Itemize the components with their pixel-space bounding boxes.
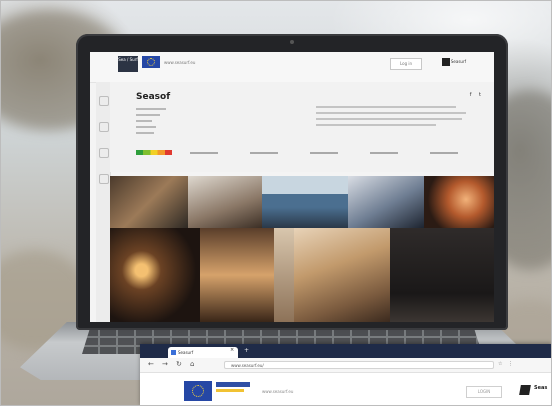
page-title: Seasof	[136, 92, 171, 102]
close-tab-icon[interactable]: ×	[230, 347, 234, 353]
description-line	[316, 124, 436, 126]
side-toolbar	[96, 82, 111, 322]
gallery-photo[interactable]	[110, 228, 200, 322]
meta-text-line	[136, 126, 156, 128]
reload-icon[interactable]: ↻	[176, 360, 182, 368]
eu-logo-wordmark	[216, 389, 244, 392]
home-icon[interactable]: ⌂	[190, 360, 194, 368]
meta-text-line	[136, 114, 160, 116]
photo-gallery	[110, 176, 494, 322]
user-label[interactable]: Seasurf	[451, 59, 466, 64]
brand-logo-text[interactable]: Seas	[534, 385, 547, 391]
brand-logo-icon	[519, 385, 531, 395]
login-button[interactable]: Log in	[390, 58, 422, 70]
page-header: www.seasurf.eu LOGIN Seas	[140, 373, 552, 406]
user-logo-icon	[442, 58, 450, 66]
info-tab[interactable]	[250, 152, 278, 154]
eu-flag-icon	[142, 56, 160, 68]
meta-text-line	[136, 132, 154, 134]
login-button[interactable]: LOGIN	[466, 386, 502, 398]
tab-title: Seasurf	[178, 350, 194, 355]
energy-rating-bar	[136, 150, 172, 155]
side-tool-icon[interactable]	[99, 96, 109, 106]
side-tool-icon[interactable]	[99, 122, 109, 132]
gallery-photo[interactable]	[110, 176, 188, 228]
description-line	[316, 118, 462, 120]
new-tab-icon[interactable]: +	[244, 347, 249, 354]
gallery-photo[interactable]	[294, 228, 390, 322]
laptop-lid: Sea / Surf www.seasurf.eu Log in Seasurf…	[76, 34, 508, 330]
description-line	[316, 106, 456, 108]
gallery-photo[interactable]	[390, 228, 494, 322]
info-tab[interactable]	[190, 152, 218, 154]
forward-icon[interactable]: →	[162, 360, 168, 368]
browser-tab[interactable]: Seasurf	[168, 347, 238, 358]
header-url-text: www.seasurf.eu	[164, 60, 196, 65]
address-bar[interactable]: www.seasurf.eu/	[224, 361, 494, 369]
info-tab[interactable]	[370, 152, 398, 154]
browser-window: Seasurf × + ← → ↻ ⌂ www.seasurf.eu/ ☆ ⋮ …	[140, 344, 552, 406]
description-line	[316, 112, 466, 114]
side-tool-icon[interactable]	[99, 148, 109, 158]
gallery-photo[interactable]	[188, 176, 262, 228]
site-logo[interactable]: Sea / Surf	[118, 56, 138, 72]
info-tab[interactable]	[310, 152, 338, 154]
back-icon[interactable]: ←	[148, 360, 154, 368]
meta-text-line	[136, 108, 166, 110]
content-panel: Seasof f t	[110, 82, 494, 172]
favicon-icon	[171, 350, 176, 355]
gallery-photo[interactable]	[424, 176, 494, 228]
eu-flag-icon	[184, 381, 212, 401]
gallery-photo[interactable]	[274, 228, 294, 322]
address-bar-icons[interactable]: ☆ ⋮	[498, 361, 515, 367]
browser-tab-bar: Seasurf × +	[140, 344, 552, 358]
gallery-photo[interactable]	[200, 228, 274, 322]
info-tab[interactable]	[430, 152, 458, 154]
gallery-photo[interactable]	[348, 176, 424, 228]
site-header: Sea / Surf www.seasurf.eu Log in Seasurf	[90, 52, 494, 83]
browser-toolbar: ← → ↻ ⌂ www.seasurf.eu/ ☆ ⋮	[140, 358, 552, 373]
laptop-screen: Sea / Surf www.seasurf.eu Log in Seasurf…	[90, 52, 494, 322]
page-url-text: www.seasurf.eu	[262, 389, 294, 394]
share-icons[interactable]: f t	[470, 92, 484, 98]
meta-text-line	[136, 120, 152, 122]
info-tabs	[190, 152, 490, 162]
gallery-photo[interactable]	[262, 176, 348, 228]
webcam	[290, 40, 294, 44]
side-tool-icon[interactable]	[99, 174, 109, 184]
eu-logo-wordmark	[216, 382, 250, 387]
